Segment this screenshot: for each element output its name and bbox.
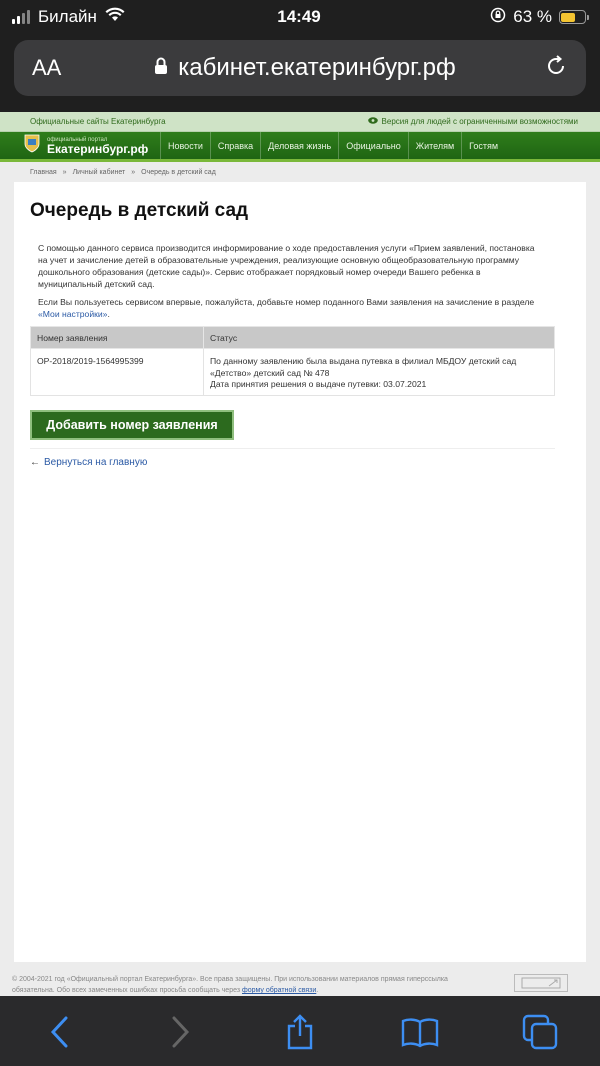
menu-item-official[interactable]: Официально xyxy=(338,132,408,159)
accessibility-version-link[interactable]: Версия для людей с ограниченными возможн… xyxy=(367,117,578,126)
battery-icon xyxy=(558,10,589,24)
main-menu: Новости Справка Деловая жизнь Официально… xyxy=(160,132,505,159)
rotation-lock-icon xyxy=(490,7,506,28)
breadcrumb-current: Очередь в детский сад xyxy=(141,168,216,176)
accessibility-version-label: Версия для людей с ограниченными возможн… xyxy=(381,117,578,126)
menu-item-help[interactable]: Справка xyxy=(209,132,260,159)
lock-icon xyxy=(154,54,168,82)
tabs-button[interactable] xyxy=(520,1014,560,1055)
page-title: Очередь в детский сад xyxy=(30,200,249,221)
hint-text: Если Вы пользуетесь сервисом впервые, по… xyxy=(30,296,540,320)
applications-table: Номер заявления Статус OP-2018/2019-1564… xyxy=(30,326,555,396)
forward-icon xyxy=(170,1016,190,1053)
feedback-form-link[interactable]: форму обратной связи xyxy=(242,987,316,994)
web-page[interactable]: Официальные сайты Екатеринбурга Версия д… xyxy=(0,112,600,996)
breadcrumb-separator: » xyxy=(62,168,67,176)
wifi-icon xyxy=(105,7,125,27)
decision-date: Дата принятия решения о выдаче путевки: … xyxy=(210,379,427,389)
share-button[interactable] xyxy=(280,1013,320,1055)
text-size-button[interactable]: AA xyxy=(32,55,82,81)
site-logo[interactable]: официальный портал Екатеринбург.рф xyxy=(22,133,160,158)
back-arrow-icon: ← xyxy=(30,456,40,468)
studio-logo-icon xyxy=(514,974,568,992)
reload-icon xyxy=(544,54,568,83)
back-button[interactable] xyxy=(40,1016,80,1052)
bookmarks-button[interactable] xyxy=(400,1016,440,1052)
coat-of-arms-icon xyxy=(22,133,42,158)
hint-prefix: Если Вы пользуетесь сервисом впервые, по… xyxy=(38,297,535,307)
back-to-home-link[interactable]: Вернуться на главную xyxy=(44,457,147,468)
eye-icon xyxy=(367,117,378,126)
reload-button[interactable] xyxy=(528,54,568,83)
menu-item-residents[interactable]: Жителям xyxy=(407,132,461,159)
url-text[interactable]: кабинет.екатеринбург.рф xyxy=(178,54,456,82)
application-status: По данному заявлению была выдана путевка… xyxy=(203,348,555,396)
divider xyxy=(30,447,555,449)
add-application-button[interactable]: Добавить номер заявления xyxy=(30,409,234,440)
column-header-number: Номер заявления xyxy=(30,326,204,349)
official-sites-link[interactable]: Официальные сайты Екатеринбурга xyxy=(30,117,166,126)
breadcrumb-separator: » xyxy=(131,168,136,176)
forward-button[interactable] xyxy=(160,1016,200,1052)
breadcrumb-home[interactable]: Главная xyxy=(30,169,57,176)
status-text: По данному заявлению была выдана путевка… xyxy=(210,356,517,378)
tabs-icon xyxy=(522,1014,558,1055)
ios-status-bar: Билайн 14:49 63 % xyxy=(0,0,600,34)
intro-text: С помощью данного сервиса производится и… xyxy=(38,243,535,289)
my-settings-link[interactable]: «Мои настройки» xyxy=(38,309,107,319)
breadcrumb-cabinet[interactable]: Личный кабинет xyxy=(73,169,126,176)
text-size-label: AA xyxy=(32,55,62,80)
menu-item-business[interactable]: Деловая жизнь xyxy=(260,132,338,159)
site-navbar: официальный портал Екатеринбург.рф Новос… xyxy=(0,132,600,162)
menu-item-news[interactable]: Новости xyxy=(160,132,210,159)
carrier-name: Билайн xyxy=(38,7,97,26)
address-bar[interactable]: AA кабинет.екатеринбург.рф xyxy=(14,40,586,96)
bookmarks-icon xyxy=(401,1016,439,1053)
logo-title: Екатеринбург.рф xyxy=(47,141,149,156)
menu-item-guests[interactable]: Гостям xyxy=(461,132,505,159)
site-footer: © 2004-2021 год «Официальный портал Екат… xyxy=(0,974,600,996)
back-to-home[interactable]: ← Вернуться на главную xyxy=(30,457,556,468)
site-top-line: Официальные сайты Екатеринбурга Версия д… xyxy=(0,112,600,132)
battery-percent: 63 % xyxy=(513,7,552,26)
footer-period: . xyxy=(316,987,319,994)
hint-suffix: . xyxy=(107,309,110,319)
share-icon xyxy=(285,1013,315,1055)
column-header-status: Статус xyxy=(203,326,555,349)
clock: 14:49 xyxy=(277,7,321,26)
back-icon xyxy=(50,1016,70,1053)
breadcrumb: Главная » Личный кабинет » Очередь в дет… xyxy=(0,162,600,182)
table-row: OP-2018/2019-1564995399 По данному заявл… xyxy=(30,348,555,396)
browser-toolbar xyxy=(0,996,600,1066)
application-number: OP-2018/2019-1564995399 xyxy=(30,348,204,396)
copyright-text: © 2004-2021 год «Официальный портал Екат… xyxy=(12,976,448,994)
signal-icon xyxy=(12,10,30,24)
content-panel: Очередь в детский сад С помощью данного … xyxy=(14,182,586,962)
